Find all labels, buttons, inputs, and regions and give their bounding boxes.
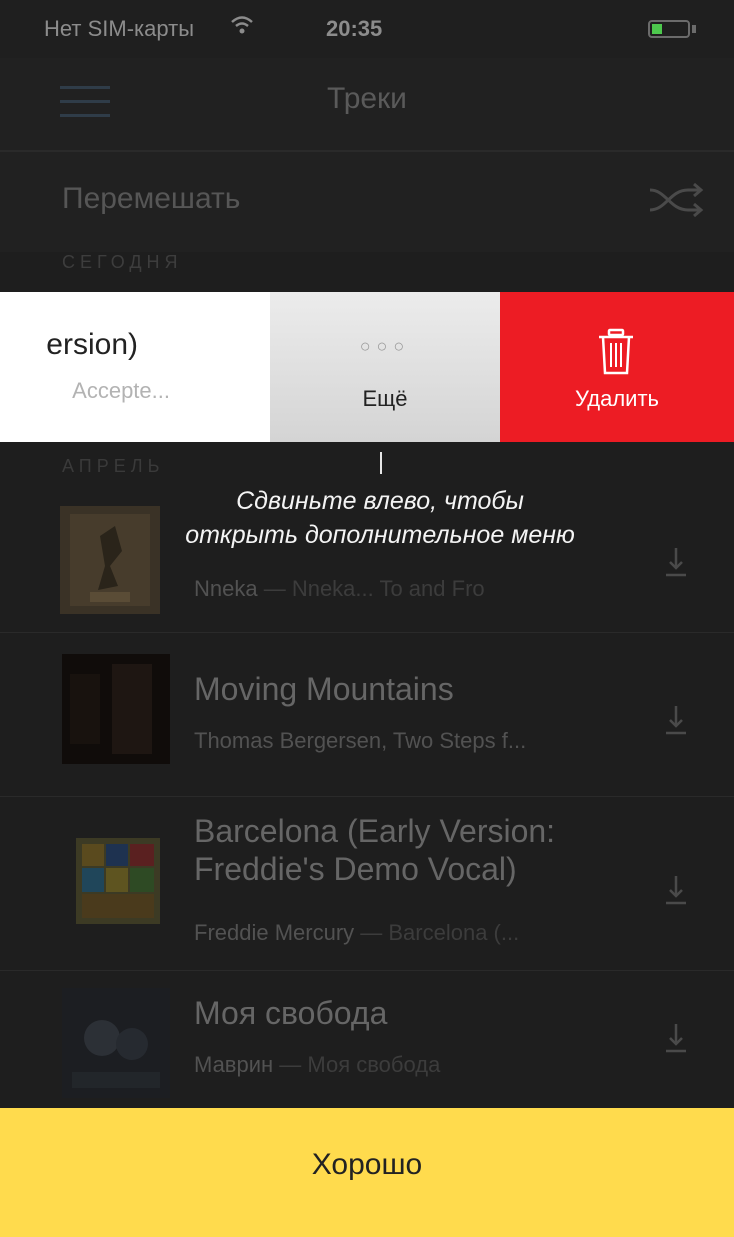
swiped-track-row[interactable]: ersion) Accepte... ○○○ Ещё Удалить [0, 292, 734, 442]
delete-button-label: Удалить [575, 386, 659, 411]
track-subtitle: Маврин — Моя свобода [194, 1052, 440, 1078]
section-header-today: СЕГОДНЯ [62, 252, 183, 272]
track-subtitle: Nneka — Nneka... To and Fro [194, 576, 485, 602]
track-title: Moving Mountains [194, 671, 454, 707]
track-title-line-1: Barcelona (Early Version: [194, 813, 556, 849]
delete-button[interactable]: Удалить [500, 292, 734, 442]
wifi-icon [230, 14, 254, 42]
battery-icon [648, 20, 690, 38]
album-cover [60, 506, 160, 614]
track-title: Моя свобода [194, 995, 388, 1031]
track-album: — Моя свобода [273, 1052, 441, 1077]
track-row[interactable]: Moving Mountains Thomas Bergersen, Two S… [0, 632, 734, 797]
download-icon[interactable] [664, 1022, 688, 1054]
shuffle-label: Перемешать [62, 182, 241, 215]
album-cover [62, 654, 170, 764]
track-row[interactable]: Моя свобода Маврин — Моя свобода [0, 970, 734, 1109]
status-bar: Нет SIM-карты 20:35 [0, 0, 734, 58]
shuffle-icon [649, 182, 704, 218]
ok-button[interactable]: Хорошо [0, 1108, 734, 1237]
download-icon[interactable] [664, 874, 688, 906]
screen: Нет SIM-карты 20:35 Треки Перемешать СЕГ… [0, 0, 734, 1237]
track-album: — Barcelona (... [354, 920, 520, 945]
shuffle-row[interactable]: Перемешать [0, 152, 734, 252]
section-header-april: АПРЕЛЬ [62, 456, 165, 476]
track-subtitle: Accepte... [72, 378, 170, 403]
nav-bar: Треки [0, 58, 734, 152]
battery-tip [692, 25, 696, 33]
track-subtitle: Freddie Mercury — Barcelona (... [194, 920, 519, 946]
track-album: — Nneka... To and Fro [257, 576, 485, 601]
track-row[interactable]: Nneka — Nneka... To and Fro [0, 490, 734, 633]
trash-icon [599, 328, 633, 375]
album-cover [62, 988, 170, 1098]
track-artist: Freddie Mercury [194, 920, 355, 945]
more-button-label: Ещё [362, 386, 408, 411]
album-cover [76, 838, 160, 924]
carrier-label: Нет SIM-карты [44, 16, 195, 41]
more-button[interactable]: ○○○ Ещё [270, 292, 500, 442]
track-title: ersion) [46, 328, 138, 361]
track-artist: Маврин [194, 1052, 274, 1077]
more-dots-icon: ○○○ [359, 336, 411, 356]
hint-pointer-line [380, 452, 382, 474]
track-title-line-2: Freddie's Demo Vocal) [194, 851, 517, 887]
track-subtitle: Thomas Bergersen, Two Steps f... [194, 728, 526, 754]
page-title: Треки [327, 82, 407, 115]
download-icon[interactable] [664, 704, 688, 736]
download-icon[interactable] [664, 546, 688, 578]
swiped-track-content[interactable]: ersion) Accepte... [0, 292, 270, 442]
status-time: 20:35 [326, 16, 383, 41]
track-title: Barcelona (Early Version: Freddie's Demo… [194, 812, 555, 888]
track-artist: Thomas Bergersen, Two Steps f... [194, 728, 527, 753]
ok-button-label: Хорошо [311, 1148, 423, 1181]
track-artist: Nneka [194, 576, 258, 601]
track-row[interactable]: Barcelona (Early Version: Freddie's Demo… [0, 796, 734, 971]
